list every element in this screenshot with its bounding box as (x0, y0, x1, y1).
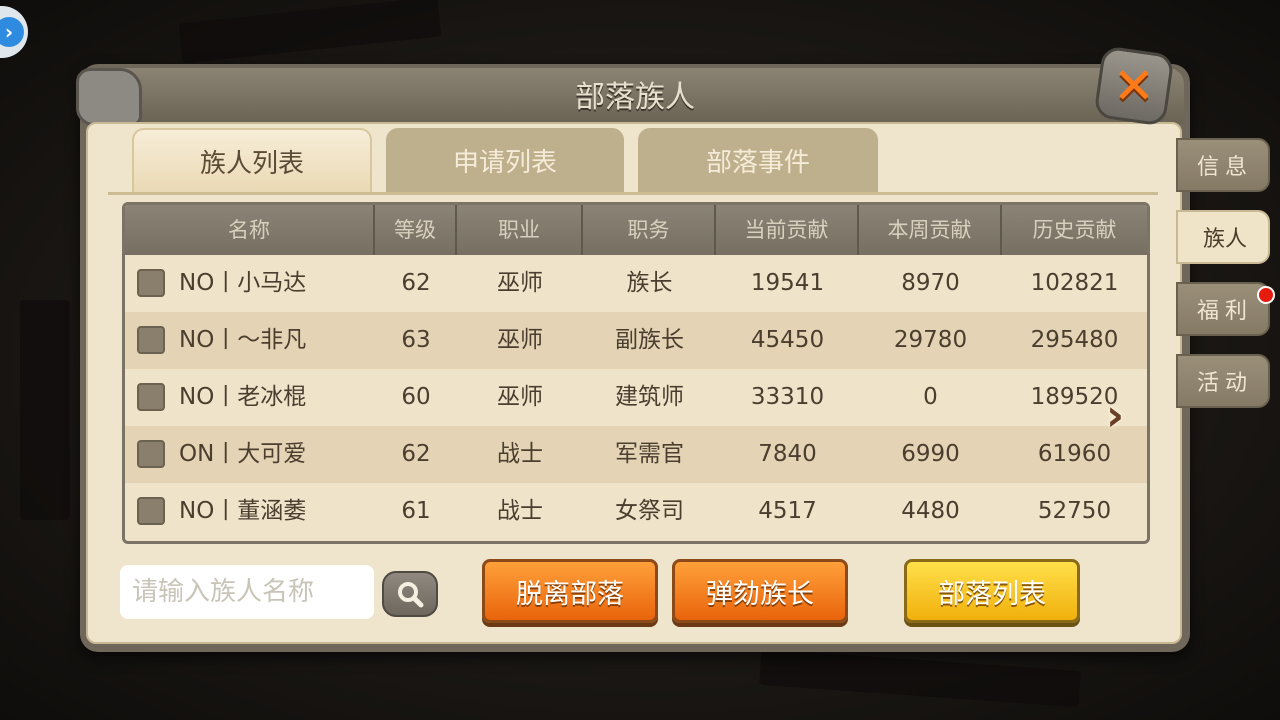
member-job: 巫师 (497, 270, 543, 296)
column-header-current-contribution: 当前贡献 (716, 205, 859, 255)
table-row[interactable]: NO丨小马达 62 巫师 族长 19541 8970 102821 (125, 255, 1147, 312)
search-button[interactable] (382, 571, 438, 617)
notification-badge (1257, 286, 1275, 304)
member-role: 族长 (626, 270, 673, 296)
member-weekly-contribution: 6990 (901, 441, 960, 467)
chevron-right-icon: › (1106, 390, 1125, 441)
search-icon (398, 582, 424, 608)
member-level: 63 (401, 327, 431, 353)
member-role: 军需官 (615, 441, 684, 467)
row-checkbox[interactable] (137, 269, 165, 297)
table-row[interactable]: NO丨老冰棍 60 巫师 建筑师 33310 0 189520 (125, 369, 1147, 426)
member-weekly-contribution: 29780 (893, 327, 968, 353)
side-tab-events[interactable]: 活动 (1176, 354, 1270, 408)
member-name: ON丨大可爱 (179, 441, 307, 467)
member-current-contribution: 7840 (758, 441, 817, 467)
row-checkbox[interactable] (137, 497, 165, 525)
side-tab-welfare[interactable]: 福利 (1176, 282, 1270, 336)
member-name: NO丨～非凡 (179, 327, 307, 353)
row-checkbox[interactable] (137, 383, 165, 411)
row-checkbox[interactable] (137, 326, 165, 354)
tab-label: 族人列表 (199, 148, 304, 179)
tab-tribe-events[interactable]: 部落事件 (638, 128, 878, 192)
table-row[interactable]: NO丨董涵萎 61 战士 女祭司 4517 4480 52750 (125, 483, 1147, 540)
member-level: 62 (401, 441, 431, 467)
member-table: 名称 等级 职业 职务 当前贡献 本周贡献 历史贡献 NO丨小马达 62 巫师 … (122, 202, 1150, 544)
tribe-list-button[interactable]: 部落列表 (904, 559, 1080, 623)
member-current-contribution: 33310 (750, 384, 825, 410)
background-crack (20, 300, 70, 520)
column-header-level: 等级 (375, 205, 457, 255)
background-crack (759, 648, 1081, 708)
member-weekly-contribution: 8970 (901, 270, 960, 296)
column-header-weekly-contribution: 本周贡献 (859, 205, 1002, 255)
member-role: 副族长 (615, 327, 684, 353)
table-row[interactable]: ON丨大可爱 62 战士 军需官 7840 6990 61960 (125, 426, 1147, 483)
member-level: 60 (401, 384, 431, 410)
side-tab-label: 族人 (1202, 227, 1247, 252)
impeach-leader-button[interactable]: 弹劾族长 (672, 559, 848, 623)
side-tab-members[interactable]: 族人 (1176, 210, 1270, 264)
member-level: 61 (401, 498, 431, 524)
member-job: 战士 (497, 498, 543, 524)
table-header: 名称 等级 职业 职务 当前贡献 本周贡献 历史贡献 (125, 205, 1147, 255)
close-button[interactable]: ✕ (1093, 45, 1175, 127)
chevron-right-icon: › (0, 17, 24, 47)
close-icon: ✕ (1113, 57, 1155, 115)
tab-application-list[interactable]: 申请列表 (386, 128, 624, 192)
member-role: 建筑师 (615, 384, 684, 410)
background-crack (178, 0, 442, 64)
tab-member-list[interactable]: 族人列表 (132, 128, 372, 192)
member-current-contribution: 45450 (750, 327, 825, 353)
table-row[interactable]: NO丨～非凡 63 巫师 副族长 45450 29780 295480 (125, 312, 1147, 369)
member-name: NO丨小马达 (179, 270, 307, 296)
member-current-contribution: 19541 (750, 270, 825, 296)
member-name: NO丨老冰棍 (179, 384, 307, 410)
row-checkbox[interactable] (137, 440, 165, 468)
tab-label: 申请列表 (452, 147, 557, 178)
side-tab-label: 福利 (1196, 299, 1253, 324)
member-current-contribution: 4517 (758, 498, 817, 524)
member-weekly-contribution: 4480 (901, 498, 960, 524)
column-header-role: 职务 (583, 205, 716, 255)
column-header-name: 名称 (125, 205, 375, 255)
next-page-button[interactable]: › (1106, 390, 1146, 441)
member-history-contribution: 52750 (1037, 498, 1112, 524)
search-input[interactable] (120, 565, 374, 619)
tribe-members-panel: 部落族人 族人列表 申请列表 部落事件 名称 等级 职业 职务 当前贡献 本周贡… (76, 45, 1190, 652)
member-level: 62 (401, 270, 431, 296)
button-label: 部落列表 (938, 578, 1046, 610)
side-tab-info[interactable]: 信息 (1176, 138, 1270, 192)
side-tab-label: 信息 (1196, 155, 1253, 180)
button-label: 弹劾族长 (706, 578, 814, 610)
floating-assistant-button[interactable]: › (0, 6, 28, 58)
member-job: 巫师 (497, 327, 543, 353)
member-weekly-contribution: 0 (923, 384, 938, 410)
member-history-contribution: 102821 (1030, 270, 1119, 296)
column-header-history-contribution: 历史贡献 (1032, 218, 1117, 242)
member-role: 女祭司 (615, 498, 684, 524)
page-title: 部落族人 (575, 80, 695, 115)
member-job: 战士 (497, 441, 543, 467)
leave-tribe-button[interactable]: 脱离部落 (482, 559, 658, 623)
tab-label: 部落事件 (705, 147, 810, 178)
button-label: 脱离部落 (516, 578, 624, 610)
member-history-contribution: 295480 (1030, 327, 1119, 353)
member-job: 巫师 (497, 384, 543, 410)
member-name: NO丨董涵萎 (179, 498, 307, 524)
tab-divider (108, 192, 1158, 195)
side-tab-label: 活动 (1196, 371, 1253, 396)
column-header-job: 职业 (457, 205, 583, 255)
